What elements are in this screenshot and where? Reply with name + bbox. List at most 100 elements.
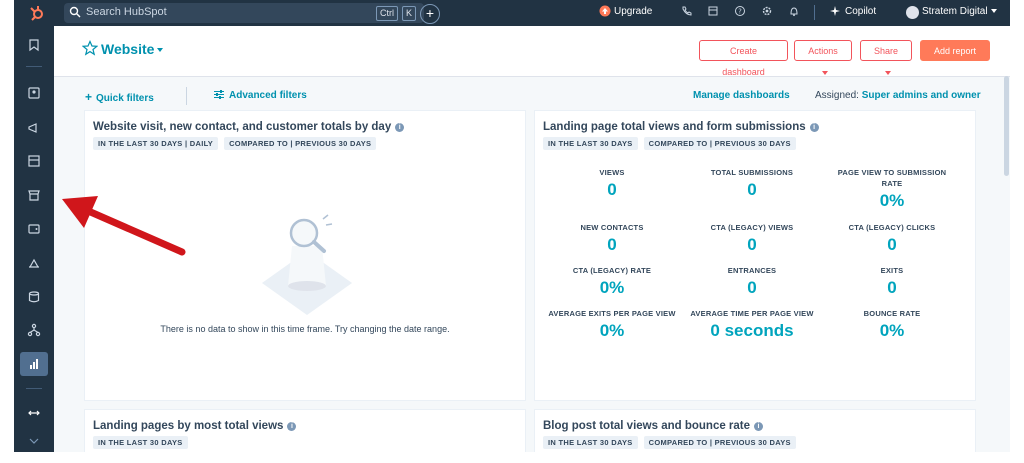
app-window: Search HubSpot Ctrl K + Upgrade ? Copilo… — [14, 0, 1010, 452]
metric-cta-clicks: CTA (LEGACY) CLICKS 0 — [827, 222, 957, 255]
comparison-tag: COMPARED TO | PREVIOUS 30 DAYS — [643, 137, 796, 150]
page-scrollbar[interactable] — [1004, 76, 1009, 176]
metric-label: NEW CONTACTS — [580, 223, 644, 232]
filter-divider — [186, 87, 187, 105]
date-range-tag: IN THE LAST 30 DAYS — [543, 137, 638, 150]
settings-gear-icon[interactable] — [761, 5, 773, 17]
manage-dashboards-link[interactable]: Manage dashboards — [693, 90, 790, 101]
chevron-down-icon — [884, 70, 891, 75]
bookmark-icon[interactable] — [27, 38, 41, 52]
add-report-label: Add report — [933, 46, 977, 56]
metric-label: ENTRANCES — [727, 266, 777, 275]
account-name: Stratem Digital — [922, 6, 988, 17]
svg-text:?: ? — [738, 8, 742, 16]
empty-state-magnifier-illustration — [262, 214, 352, 315]
upgrade-icon — [599, 5, 611, 17]
metric-label: CTA (LEGACY) RATE — [572, 266, 652, 275]
commerce-store-icon[interactable] — [27, 188, 41, 202]
account-menu[interactable]: Stratem Digital — [922, 6, 997, 17]
report-filter-tags: IN THE LAST 30 DAYS COMPARED TO | PREVIO… — [543, 436, 796, 449]
reporting-bar-chart-icon[interactable] — [27, 357, 41, 371]
contacts-icon[interactable] — [27, 86, 41, 100]
quick-filters-button[interactable]: + Quick filters — [85, 90, 154, 104]
info-icon[interactable]: i — [754, 422, 764, 431]
shortcut-ctrl-key: Ctrl — [376, 6, 398, 21]
service-icon[interactable] — [27, 256, 41, 270]
metric-views: VIEWS 0 — [547, 167, 677, 200]
metric-bounce-rate: BOUNCE RATE 0% — [827, 308, 957, 341]
date-range-tag: IN THE LAST 30 DAYS | DAILY — [93, 137, 219, 150]
metric-value: 0 — [747, 180, 757, 199]
share-label: Share — [873, 46, 899, 56]
marketing-megaphone-icon[interactable] — [27, 121, 41, 135]
metric-entrances: ENTRANCES 0 — [687, 265, 817, 298]
metric-label: AVERAGE EXITS PER PAGE VIEW — [548, 309, 676, 318]
info-icon[interactable]: i — [809, 123, 819, 132]
sliders-filter-icon — [214, 90, 224, 99]
chevron-down-icon — [953, 70, 960, 75]
collapse-sidebar-arrows-icon[interactable] — [27, 406, 41, 420]
report-title: Landing page total views and form submis… — [543, 121, 819, 133]
add-report-dropdown-button[interactable]: Add report — [920, 40, 990, 75]
filter-bar: + Quick filters Advanced filters Manage d… — [54, 76, 1010, 106]
chevron-down-icon — [821, 70, 828, 75]
info-icon[interactable]: i — [395, 123, 405, 132]
hubspot-logo-icon[interactable] — [28, 4, 46, 22]
date-range-tag: IN THE LAST 30 DAYS — [543, 436, 638, 449]
metric-label: EXITS — [880, 266, 904, 275]
search-icon — [69, 6, 81, 18]
left-sidebar — [14, 26, 54, 452]
chevron-down-icon[interactable] — [27, 434, 41, 448]
share-dropdown-button[interactable]: Share — [860, 40, 912, 75]
assigned-info[interactable]: Assigned: Super admins and owner — [815, 90, 981, 101]
metric-new-contacts: NEW CONTACTS 0 — [547, 222, 677, 255]
report-title: Website visit, new contact, and customer… — [93, 121, 405, 133]
data-database-icon[interactable] — [27, 290, 41, 304]
automation-icon[interactable] — [27, 323, 41, 337]
sales-wallet-icon[interactable] — [27, 222, 41, 236]
create-dashboard-button[interactable]: Create dashboard — [699, 40, 788, 77]
metric-value: 0% — [879, 191, 905, 210]
metric-value: 0% — [599, 321, 625, 340]
metric-label: TOTAL SUBMISSIONS — [710, 168, 794, 177]
metric-exits: EXITS 0 — [827, 265, 957, 298]
star-favorite-icon[interactable] — [82, 40, 98, 56]
date-range-tag: IN THE LAST 30 DAYS — [93, 436, 188, 449]
content-icon[interactable] — [27, 154, 41, 168]
metric-value: 0 — [887, 278, 897, 297]
metric-label: BOUNCE RATE — [863, 309, 921, 318]
advanced-filters-button[interactable]: Advanced filters — [214, 90, 307, 101]
dashboard-header: Website Create dashboard Actions Share A… — [54, 26, 1010, 77]
metric-value: 0 — [607, 180, 617, 199]
help-icon[interactable]: ? — [734, 5, 746, 17]
actions-dropdown-button[interactable]: Actions — [794, 40, 852, 75]
marketplace-icon[interactable] — [707, 5, 719, 17]
report-card-landing-pages-most-views[interactable]: Landing pages by most total views i IN TH… — [84, 409, 526, 452]
report-card-blog-post-views[interactable]: Blog post total views and bounce rate i I… — [534, 409, 976, 452]
sidebar-divider — [26, 66, 42, 67]
report-title-text: Landing page total views and form submis… — [543, 121, 806, 133]
topbar-divider — [814, 5, 815, 20]
metric-cta-views: CTA (LEGACY) VIEWS 0 — [687, 222, 817, 255]
report-card-landing-page-views[interactable]: Landing page total views and form submis… — [534, 110, 976, 401]
phone-icon[interactable] — [681, 5, 693, 17]
metric-total-submissions: TOTAL SUBMISSIONS 0 — [687, 167, 817, 200]
report-title-text: Blog post total views and bounce rate — [543, 420, 751, 432]
metric-cta-rate: CTA (LEGACY) RATE 0% — [547, 265, 677, 298]
upgrade-link[interactable]: Upgrade — [614, 6, 652, 17]
copilot-sparkle-icon — [830, 6, 840, 16]
account-avatar[interactable] — [906, 6, 919, 19]
copilot-button[interactable]: Copilot — [845, 6, 876, 17]
create-new-button[interactable]: + — [420, 4, 440, 24]
search-input[interactable]: Search HubSpot Ctrl K — [64, 3, 424, 23]
assigned-value: Super admins and owner — [861, 90, 981, 101]
dashboard-title-dropdown[interactable]: Website — [101, 41, 164, 57]
report-filter-tags: IN THE LAST 30 DAYS | DAILY COMPARED TO … — [93, 137, 377, 150]
metric-label: PAGE VIEW TO SUBMISSION RATE — [837, 168, 947, 188]
report-title: Landing pages by most total views i — [93, 420, 297, 432]
report-filter-tags: IN THE LAST 30 DAYS — [93, 436, 188, 449]
report-card-website-totals[interactable]: Website visit, new contact, and customer… — [84, 110, 526, 401]
info-icon[interactable]: i — [287, 422, 297, 431]
report-title-text: Landing pages by most total views — [93, 420, 284, 432]
notifications-bell-icon[interactable] — [788, 5, 800, 17]
